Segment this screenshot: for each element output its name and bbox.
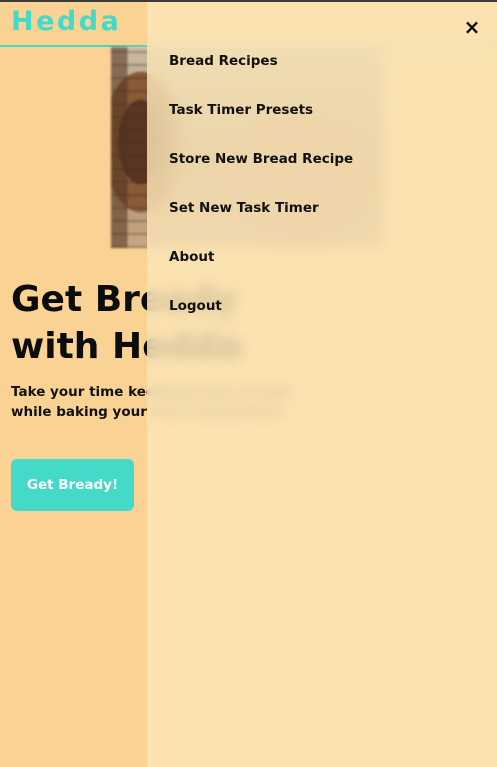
nav-menu: Bread Recipes Task Timer Presets Store N… — [169, 50, 353, 344]
menu-item-store-new-bread-recipe[interactable]: Store New Bread Recipe — [169, 148, 353, 197]
logo[interactable]: Hedda — [11, 6, 121, 37]
menu-item-set-new-task-timer[interactable]: Set New Task Timer — [169, 197, 353, 246]
menu-item-logout[interactable]: Logout — [169, 295, 353, 344]
menu-item-task-timer-presets[interactable]: Task Timer Presets — [169, 99, 353, 148]
menu-item-bread-recipes[interactable]: Bread Recipes — [169, 50, 353, 99]
menu-item-about[interactable]: About — [169, 246, 353, 295]
get-bready-button[interactable]: Get Bready! — [11, 459, 134, 511]
close-icon[interactable]: × — [461, 16, 483, 38]
